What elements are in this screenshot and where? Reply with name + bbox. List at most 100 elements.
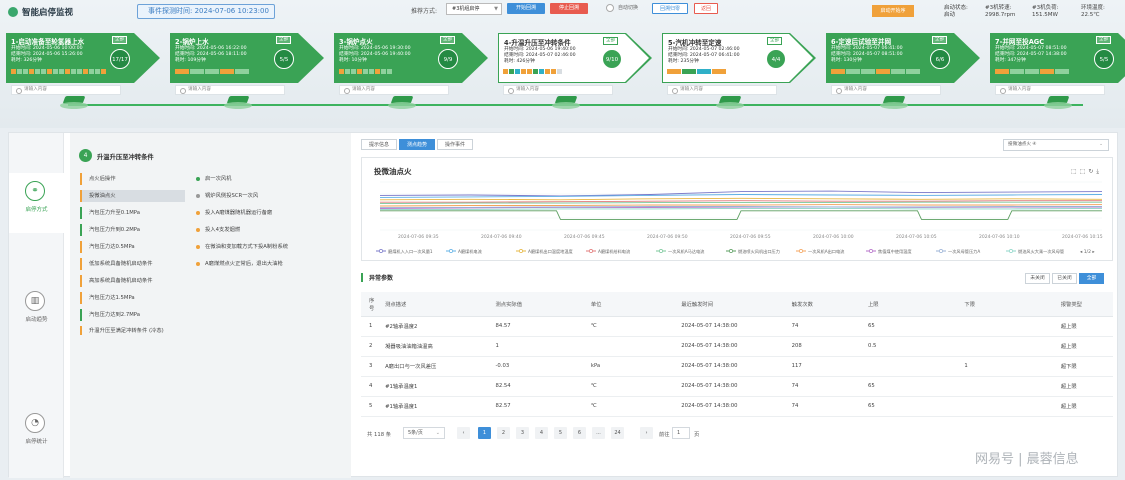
- sidebar-item-trend[interactable]: ▥ 启动趋势: [9, 283, 64, 343]
- progress-cell: [83, 69, 88, 74]
- table-cell: 65: [859, 316, 957, 337]
- legend-label[interactable]: 一次风机A出口电流: [808, 248, 845, 255]
- goto-suffix: 页: [694, 432, 700, 438]
- stage-note-input[interactable]: 请输入内容: [175, 85, 285, 95]
- reset-button[interactable]: 回溯归零: [652, 3, 688, 14]
- sub-condition-item[interactable]: 启一次风机: [196, 173, 232, 185]
- sub-condition-item[interactable]: 投入A磨煤器随机器运行备磨: [196, 207, 272, 219]
- condition-item[interactable]: 升温升压至满足冲转条件 (冷态): [80, 326, 185, 335]
- prev-page-button[interactable]: ‹: [457, 427, 470, 439]
- goto-input[interactable]: 1: [672, 427, 690, 439]
- stage-arrow-inner: [625, 34, 649, 82]
- condition-item[interactable]: 高加系统具备随机启动条件: [80, 275, 185, 287]
- tab-events[interactable]: 操作事件: [437, 139, 473, 150]
- page-button[interactable]: 3: [516, 427, 529, 439]
- stage-card[interactable]: 4-升温升压至冲转条件 全部 开始时间: 2024-05-06 19:40:00 结束…: [498, 33, 653, 83]
- progress-cell: [59, 69, 64, 74]
- page-size-select[interactable]: 5条/页 ⌄: [403, 427, 445, 439]
- legend-dot: [449, 249, 453, 253]
- stage-note-input[interactable]: 请输入内容: [11, 85, 121, 95]
- trend-select[interactable]: 投微油点火 ④ ⌄: [1003, 139, 1109, 151]
- stage-tag[interactable]: 全部: [932, 36, 947, 44]
- toggle-closed[interactable]: 已关闭: [1052, 273, 1077, 284]
- table-cell: 0.5: [859, 336, 957, 357]
- table-row[interactable]: 1 #2轴承温度2 84.57 ℃ 2024-05-07 14:38:00 74 65 超上限: [361, 316, 1113, 337]
- tab-trend[interactable]: 测点趋势: [399, 139, 435, 150]
- page-button[interactable]: 4: [535, 427, 548, 439]
- sub-condition-item[interactable]: 锅炉风侧投SCR一次风: [196, 190, 258, 202]
- stage-note-input[interactable]: 请输入内容: [995, 85, 1105, 95]
- page-button[interactable]: 5: [554, 427, 567, 439]
- stage-tag[interactable]: 全部: [112, 36, 127, 44]
- page-button[interactable]: 2: [497, 427, 510, 439]
- stage-card[interactable]: 1-启动准备至轮氢器上水 全部 开始时间: 2024-05-06 10:00:00 结…: [6, 33, 161, 83]
- sub-condition-item[interactable]: 投入4支发烟燃: [196, 224, 240, 236]
- stage-card[interactable]: 2-锅炉上水 全部 开始时间: 2024-05-06 16:22:00 结束时间: 2…: [170, 33, 325, 83]
- stop-replay-button[interactable]: 停止回溯: [550, 3, 588, 14]
- page-button[interactable]: 1: [478, 427, 491, 439]
- condition-item[interactable]: 汽包压力达1.5MPa: [80, 292, 185, 304]
- page-button[interactable]: 24: [611, 427, 624, 439]
- table-row[interactable]: 2 凝器吸油油箱油温高 1 2024-05-07 14:38:00 208 0.5 超上限: [361, 336, 1113, 357]
- stage-tag[interactable]: 全部: [276, 36, 291, 44]
- stage-note-input[interactable]: 请输入内容: [831, 85, 941, 95]
- legend-label[interactable]: 焦值煤中使用温度: [878, 248, 912, 255]
- condition-item[interactable]: 低加系统具备随机启动条件: [80, 258, 185, 270]
- table-row[interactable]: 4 #1轴承温度1 82.54 ℃ 2024-05-07 14:38:00 74 65 超上限: [361, 376, 1113, 397]
- condition-item[interactable]: 汽包压力达到2.7MPa: [80, 309, 185, 321]
- legend-label[interactable]: A磨煤机电流: [458, 248, 483, 255]
- condition-item[interactable]: 点火后操作: [80, 173, 185, 185]
- condition-item[interactable]: 汽包压力达0.5MPa: [80, 241, 185, 253]
- page-button[interactable]: 6: [573, 427, 586, 439]
- condition-item[interactable]: 汽包压力升至0.1MPa: [80, 207, 185, 219]
- condition-item[interactable]: 投微油点火: [80, 190, 185, 202]
- sidebar-item-stats[interactable]: ◔ 启停统计: [9, 405, 64, 465]
- series-line: [379, 197, 1103, 201]
- chevron-down-icon: ⌄: [435, 430, 440, 436]
- legend-label[interactable]: 一次风机A马达电流: [668, 248, 705, 255]
- stage-count: 9/9: [438, 49, 458, 69]
- column-header: 下限: [956, 292, 1053, 317]
- stage-card[interactable]: 5-汽机冲转至定速 全部 开始时间: 2024-05-07 02:46:00 结束时间…: [662, 33, 817, 83]
- table-row[interactable]: 5 #1轴承温度1 82.57 ℃ 2024-05-07 14:38:00 74 65 超上限: [361, 396, 1113, 417]
- sidebar-item-mode[interactable]: ⚭ 启停方式: [9, 173, 64, 233]
- trend-chart: 投微油点火 ⬚⬚↻⤓ 2024-07-06 09:35 2024-07-06 09…: [361, 157, 1113, 261]
- stage-note-input[interactable]: 请输入内容: [503, 85, 613, 95]
- stage-card[interactable]: 3-锅炉点火 全部 开始时间: 2024-05-06 19:30:00 结束时间: 2…: [334, 33, 489, 83]
- startup-sequence-button[interactable]: 启动开始序: [872, 5, 914, 17]
- condition-item[interactable]: 汽包压力升到0.2MPa: [80, 224, 185, 236]
- toggle-open[interactable]: 未关闭: [1025, 273, 1050, 284]
- legend-dot: [869, 249, 873, 253]
- legend-page[interactable]: ◂ 1/2 ▸: [1080, 249, 1095, 255]
- legend-label[interactable]: 燃油风火大乘一次风母管: [1018, 248, 1064, 255]
- stage-tag[interactable]: 全部: [1096, 36, 1111, 44]
- sub-condition-item[interactable]: A磨煤燃点火正常后，退出大油枪: [196, 258, 283, 270]
- page-button[interactable]: ...: [592, 427, 605, 439]
- legend-label[interactable]: 燃油喷火风机出口压力: [738, 248, 780, 255]
- stage-note-input[interactable]: 请输入内容: [339, 85, 449, 95]
- table-cell: ℃: [582, 316, 674, 337]
- stage-card[interactable]: 7-并网至投AGC 全部 开始时间: 2024-05-07 08:51:00 结束时间…: [990, 33, 1125, 83]
- stage-tag[interactable]: 全部: [603, 37, 618, 45]
- auto-switch-radio[interactable]: [606, 4, 614, 12]
- stage-tag[interactable]: 全部: [767, 37, 782, 45]
- legend-label[interactable]: 磨煤机入入口一次风量1: [388, 248, 433, 255]
- progress-cell: [697, 69, 711, 74]
- legend-label[interactable]: A磨煤机出口温度地温度: [528, 248, 574, 255]
- toggle-all[interactable]: 全部: [1079, 273, 1104, 284]
- sub-condition-item[interactable]: 在微油和变加载方式下投A制粉系统: [196, 241, 288, 253]
- stage-note-input[interactable]: 请输入内容: [667, 85, 777, 95]
- legend-dot: [379, 249, 383, 253]
- table-row[interactable]: 3 A磨出口与一次风差压 -0.03 kPa 2024-05-07 14:38:00 11…: [361, 356, 1113, 377]
- legend-label[interactable]: A磨煤机给料电流: [598, 248, 631, 255]
- next-page-button[interactable]: ›: [640, 427, 653, 439]
- legend-label[interactable]: 一次风母管压力A: [948, 248, 980, 255]
- stage-tag[interactable]: 全部: [440, 36, 455, 44]
- back-button[interactable]: 返回: [694, 3, 718, 14]
- node-base: [388, 102, 416, 109]
- x-tick-label: 2024-07-06 09:50: [647, 234, 688, 240]
- start-replay-button[interactable]: 开始回溯: [507, 3, 545, 14]
- unit-select[interactable]: #3机组启停 ▼: [446, 3, 502, 15]
- stage-card[interactable]: 6-定速后试验至并网 全部 开始时间: 2024-05-07 06:41:00 结束时…: [826, 33, 981, 83]
- tab-hint[interactable]: 提示信息: [361, 139, 397, 150]
